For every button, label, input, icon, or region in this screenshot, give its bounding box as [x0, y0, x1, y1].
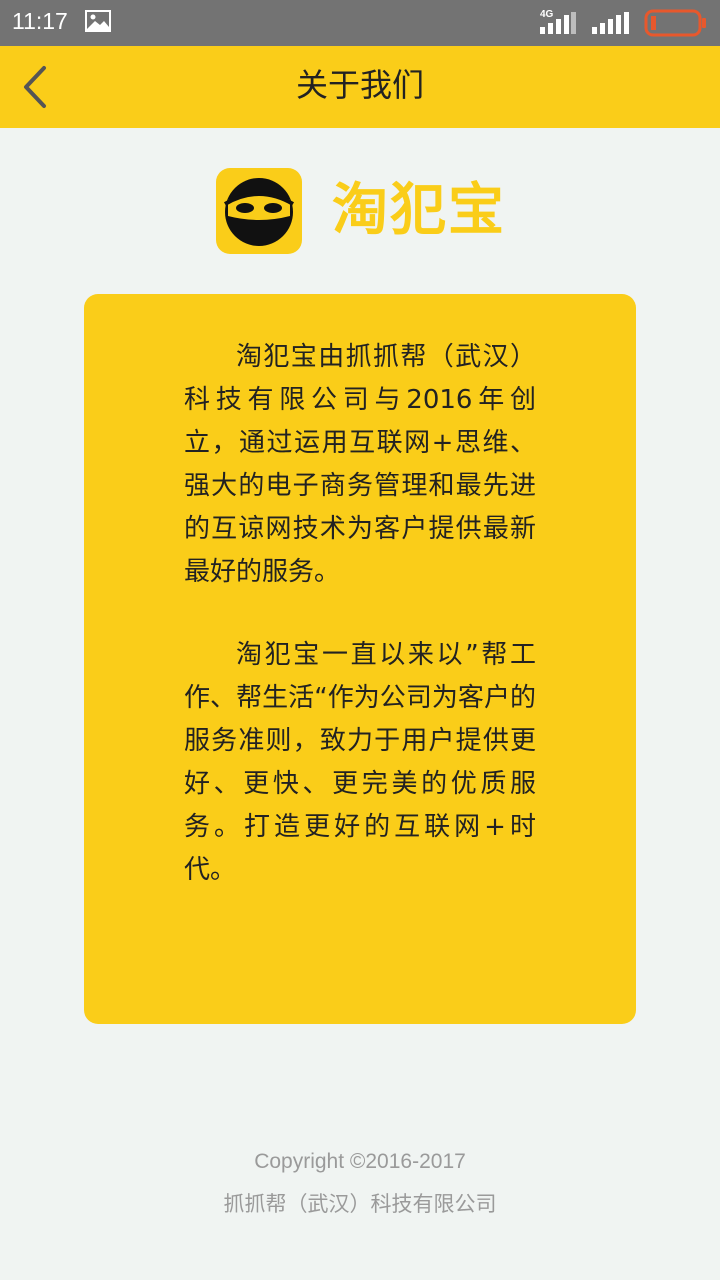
about-card: 淘犯宝由抓抓帮（武汉）科技有限公司与2016年创立，通过运用互联网+思维、强大的… [84, 294, 636, 1024]
signal-icon [592, 12, 629, 34]
about-paragraph-1: 淘犯宝由抓抓帮（武汉）科技有限公司与2016年创立，通过运用互联网+思维、强大的… [184, 342, 536, 587]
battery-icon [644, 9, 706, 37]
status-time: 11:17 [12, 8, 68, 34]
copyright-text: Copyright ©2016-2017 [254, 1150, 466, 1173]
signal-icon [540, 12, 576, 34]
status-bar: 11:17 4G [0, 0, 720, 46]
chevron-left-icon [24, 66, 46, 108]
back-button[interactable] [14, 62, 60, 112]
company-name: 抓抓帮（武汉）科技有限公司 [223, 1192, 497, 1216]
masked-face-icon [223, 178, 295, 246]
app-name: 淘犯宝 [332, 178, 506, 243]
page-title: 关于我们 [295, 66, 424, 104]
gallery-icon [85, 10, 111, 32]
about-paragraph-2: 淘犯宝一直以来以”帮工作、帮生活“作为公司为客户的服务准则，致力于用户提供更好、… [184, 640, 536, 885]
app-logo [216, 168, 302, 254]
nav-bar: 关于我们 [0, 46, 720, 128]
